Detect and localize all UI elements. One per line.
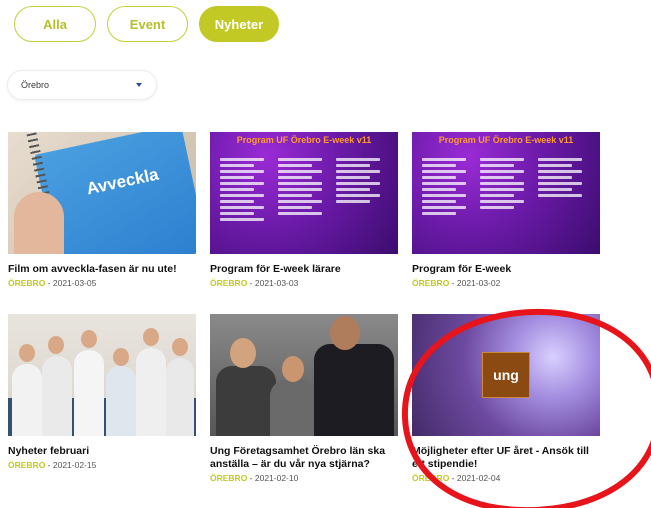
hand-image: [14, 192, 64, 254]
article-thumbnail[interactable]: [210, 314, 398, 436]
article-meta: ÖREBRO - 2021-02-15: [8, 460, 196, 470]
article-title[interactable]: Nyheter februari: [8, 445, 196, 458]
article-date: - 2021-03-03: [247, 278, 299, 288]
article-thumbnail[interactable]: Program UF Örebro E-week v11: [210, 132, 398, 254]
article-date: - 2021-02-15: [45, 460, 97, 470]
article-title[interactable]: Program för E-week lärare: [210, 263, 398, 276]
poster-column: [336, 158, 388, 206]
article-city: ÖREBRO: [210, 278, 248, 288]
filter-tab-event[interactable]: Event: [107, 6, 188, 42]
program-poster-title: Program UF Örebro E-week v11: [236, 135, 372, 145]
poster-column: [538, 158, 590, 200]
article-meta: ÖREBRO - 2021-03-05: [8, 278, 196, 288]
poster-column: [422, 158, 474, 218]
article-thumbnail[interactable]: Program UF Örebro E-week v11: [412, 132, 600, 254]
article-thumbnail[interactable]: Avveckla: [8, 132, 196, 254]
article-date: - 2021-02-04: [449, 473, 501, 483]
filter-tabs: Alla Event Nyheter: [14, 6, 279, 42]
article-date: - 2021-02-10: [247, 473, 299, 483]
article-date: - 2021-03-05: [45, 278, 97, 288]
poster-column: [278, 158, 330, 218]
chevron-down-icon: [136, 83, 142, 87]
location-select-value: Örebro: [21, 80, 50, 90]
program-poster-title: Program UF Örebro E-week v11: [438, 135, 574, 145]
article-thumbnail[interactable]: ung: [412, 314, 600, 436]
article-thumbnail[interactable]: [8, 314, 196, 436]
article-title[interactable]: Ung Företagsamhet Örebro län ska anställ…: [210, 445, 398, 471]
article-city: ÖREBRO: [210, 473, 248, 483]
article-card[interactable]: Avveckla Film om avveckla-fasen är nu ut…: [8, 132, 196, 288]
article-meta: ÖREBRO - 2021-02-04: [412, 473, 600, 483]
article-city: ÖREBRO: [412, 278, 450, 288]
article-card[interactable]: ung Möjligheter efter UF året - Ansök ti…: [412, 314, 600, 483]
article-meta: ÖREBRO - 2021-02-10: [210, 473, 398, 483]
article-meta: ÖREBRO - 2021-03-02: [412, 278, 600, 288]
poster-column: [480, 158, 532, 212]
article-card[interactable]: Program UF Örebro E-week v11 Program för…: [412, 132, 600, 288]
article-title[interactable]: Program för E-week: [412, 263, 600, 276]
article-card[interactable]: Program UF Örebro E-week v11 Program för…: [210, 132, 398, 288]
ung-foretagsamhet-logo: ung: [482, 352, 530, 398]
article-meta: ÖREBRO - 2021-03-03: [210, 278, 398, 288]
filter-tab-alla[interactable]: Alla: [14, 6, 96, 42]
poster-column: [220, 158, 272, 224]
article-city: ÖREBRO: [8, 460, 46, 470]
article-card[interactable]: Nyheter februari ÖREBRO - 2021-02-15: [8, 314, 196, 470]
article-city: ÖREBRO: [412, 473, 450, 483]
filter-tab-nyheter[interactable]: Nyheter: [199, 6, 279, 42]
article-title[interactable]: Möjligheter efter UF året - Ansök till e…: [412, 445, 600, 471]
article-card[interactable]: Ung Företagsamhet Örebro län ska anställ…: [210, 314, 398, 483]
article-date: - 2021-03-02: [449, 278, 501, 288]
article-city: ÖREBRO: [8, 278, 46, 288]
location-select[interactable]: Örebro: [7, 70, 157, 100]
article-title[interactable]: Film om avveckla-fasen är nu ute!: [8, 263, 196, 276]
